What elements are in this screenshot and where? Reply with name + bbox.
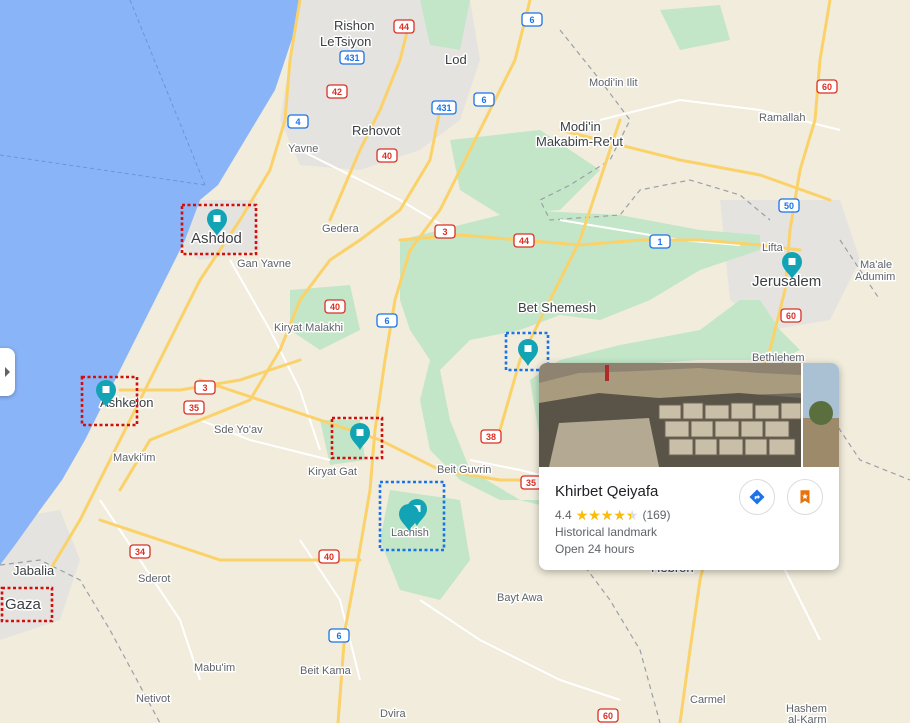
svg-text:6: 6 [336, 631, 341, 641]
road-shield-40c: 40 [318, 549, 340, 564]
place-makabim: Makabim-Re'ut [536, 134, 623, 149]
road-shield-1: 1 [649, 234, 671, 249]
place-beit-guvrin: Beit Guvrin [437, 464, 491, 476]
road-shield-431: 431 [339, 50, 365, 65]
rating-row: 4.4 ★★★★★ ★★★★★ (169) [555, 506, 823, 523]
road-shield-3: 3 [434, 224, 456, 239]
place-info-body: Khirbet Qeiyafa 4.4 ★★★★★ ★★★★★ (169) Hi… [555, 479, 823, 557]
road-shield-44b: 44 [513, 233, 535, 248]
place-ramallah: Ramallah [759, 112, 805, 124]
road-shield-60: 60 [816, 79, 838, 94]
road-shield-6: 6 [521, 12, 543, 27]
place-maale: Ma'ale [860, 259, 892, 271]
place-letsiyon: LeTsiyon [320, 34, 371, 49]
road-shield-44: 44 [393, 19, 415, 34]
road-shield-40b: 40 [324, 299, 346, 314]
road-shield-42: 42 [326, 84, 348, 99]
place-lod: Lod [445, 52, 467, 67]
chevron-right-icon [5, 367, 10, 377]
place-photos[interactable] [539, 363, 839, 467]
place-jerusalem: Jerusalem [752, 273, 821, 290]
star-rating-icon: ★★★★★ ★★★★★ [575, 506, 639, 523]
place-lifta: Lifta [762, 242, 784, 254]
svg-text:4: 4 [295, 117, 300, 127]
map-canvas[interactable]: Rishon LeTsiyon Lod Modi'in Ilit Rehovot… [0, 0, 910, 723]
svg-text:431: 431 [344, 53, 359, 63]
road-shield-3b: 3 [194, 380, 216, 395]
road-shield-40: 40 [376, 148, 398, 163]
svg-text:60: 60 [822, 82, 832, 92]
svg-text:6: 6 [384, 316, 389, 326]
svg-text:40: 40 [324, 552, 334, 562]
road-shield-431b: 431 [431, 100, 457, 115]
road-shield-35b: 35 [520, 475, 542, 490]
place-sderot: Sderot [138, 573, 170, 585]
svg-text:3: 3 [442, 227, 447, 237]
svg-text:38: 38 [486, 432, 496, 442]
place-adumim: Adumim [855, 271, 895, 283]
place-bayt-awa: Bayt Awa [497, 592, 544, 604]
place-hours: Open 24 hours [555, 542, 635, 556]
rating-value: 4.4 [555, 507, 572, 522]
place-gedera: Gedera [322, 223, 360, 235]
directions-icon [749, 489, 765, 505]
svg-text:35: 35 [526, 478, 536, 488]
bookmark-icon [800, 490, 810, 504]
svg-text:60: 60 [603, 711, 613, 721]
place-rishon: Rishon [334, 18, 374, 33]
svg-text:6: 6 [481, 95, 486, 105]
svg-text:44: 44 [519, 236, 529, 246]
place-modiin-ilit: Modi'in Ilit [589, 77, 638, 89]
place-al-karm: al-Karm [788, 714, 827, 723]
road-shield-6b: 6 [473, 92, 495, 107]
svg-text:50: 50 [784, 201, 794, 211]
side-panel-toggle[interactable] [0, 348, 15, 396]
place-title[interactable]: Khirbet Qeiyafa [555, 483, 823, 500]
svg-text:34: 34 [135, 547, 145, 557]
svg-text:431: 431 [436, 103, 451, 113]
road-shield-4: 4 [287, 114, 309, 129]
place-carmel: Carmel [690, 694, 725, 706]
place-bet-shemesh: Bet Shemesh [518, 300, 596, 315]
svg-text:1: 1 [657, 237, 662, 247]
road-shield-6c: 6 [376, 313, 398, 328]
svg-text:3: 3 [202, 383, 207, 393]
place-photo-main[interactable] [539, 363, 802, 467]
road-shield-50: 50 [778, 198, 800, 213]
svg-text:35: 35 [189, 403, 199, 413]
place-yavne: Yavne [288, 143, 318, 155]
place-mavkiim: Mavki'im [113, 452, 155, 464]
place-beit-kama: Beit Kama [300, 665, 352, 677]
svg-text:60: 60 [786, 311, 796, 321]
place-photo-secondary[interactable] [803, 363, 839, 467]
save-button[interactable] [787, 479, 823, 515]
place-gan-yavne: Gan Yavne [237, 258, 291, 270]
svg-text:6: 6 [529, 15, 534, 25]
place-netivot: Netivot [136, 693, 170, 705]
svg-text:42: 42 [332, 87, 342, 97]
place-jabalia: Jabalia [13, 563, 55, 578]
road-shield-34: 34 [129, 544, 151, 559]
review-count[interactable]: (169) [642, 508, 670, 522]
place-dvira: Dvira [380, 708, 407, 720]
place-sde-yoav: Sde Yo'av [214, 424, 263, 436]
place-mabuim: Mabu'im [194, 662, 235, 674]
svg-text:44: 44 [399, 22, 409, 32]
svg-text:40: 40 [382, 151, 392, 161]
place-info-card[interactable]: Khirbet Qeiyafa 4.4 ★★★★★ ★★★★★ (169) Hi… [539, 363, 839, 570]
place-category: Historical landmark [555, 525, 658, 539]
road-shield-6d: 6 [328, 628, 350, 643]
place-kiryat-malakhi: Kiryat Malakhi [274, 322, 343, 334]
directions-button[interactable] [739, 479, 775, 515]
road-shield-38: 38 [480, 429, 502, 444]
place-rehovot: Rehovot [352, 123, 401, 138]
place-modiin: Modi'in [560, 119, 601, 134]
place-kiryat-gat: Kiryat Gat [308, 466, 357, 478]
place-gaza: Gaza [5, 596, 42, 613]
road-shield-35: 35 [183, 400, 205, 415]
svg-text:40: 40 [330, 302, 340, 312]
road-shield-60c: 60 [597, 708, 619, 723]
road-shield-60b: 60 [780, 308, 802, 323]
